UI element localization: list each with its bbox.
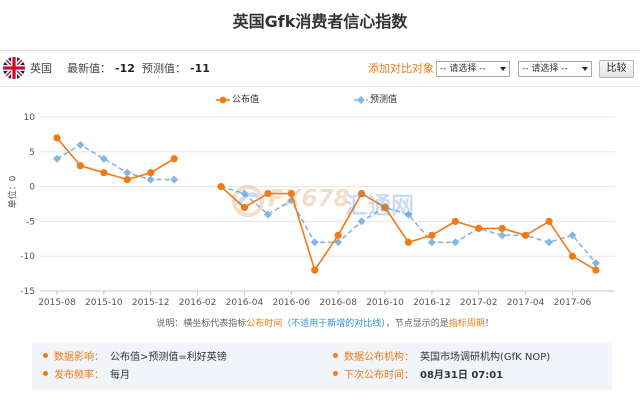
series-1-line: [56, 143, 175, 181]
bullet-dot-icon: [333, 353, 338, 358]
next-release-value: 08月31日 07:01: [420, 370, 504, 381]
compare-select-2-value: -- 请选择 --: [522, 64, 568, 74]
series-0-point[interactable]: [568, 252, 577, 260]
bullet-dot-icon: [333, 371, 338, 376]
info-agency: 数据公布机构： 英国市场调研机构(GfK NOP): [333, 351, 550, 365]
x-tick-label: 2017-06: [554, 298, 592, 308]
series-1-point[interactable]: [427, 238, 436, 247]
info-panel: 数据影响： 公布值>预测值=利好英镑 发布频率： 每月 数据公布机构： 英国市场调研机…: [32, 343, 612, 390]
frequency-value: 每月: [110, 370, 130, 381]
compare-button[interactable]: 比较: [599, 60, 634, 78]
series-0-point[interactable]: [592, 266, 600, 274]
chart-note: 说明：横坐标代表指标公布时间（不适用于新增的对比线），节点显示的是指标周期！: [0, 318, 640, 330]
info-next-release: 下次公布时间： 08月31日 07:01: [333, 369, 503, 383]
series-0-point[interactable]: [428, 231, 436, 239]
bullet-dot-icon: [43, 371, 48, 376]
bullet-dot-icon: [43, 353, 48, 358]
series-1-line: [220, 185, 597, 264]
series-1-point[interactable]: [357, 217, 366, 226]
compare-select-2[interactable]: -- 请选择 --: [518, 61, 592, 77]
compare-label: 添加对比对象：: [368, 62, 445, 75]
series-0-point[interactable]: [545, 217, 553, 225]
series-1-point[interactable]: [545, 238, 554, 247]
series-0-point[interactable]: [53, 134, 61, 142]
series-1-point[interactable]: [591, 259, 600, 268]
series-1-point[interactable]: [99, 154, 108, 163]
impact-label: 数据影响：: [54, 352, 104, 363]
series-1-point[interactable]: [170, 175, 179, 184]
series-1-point[interactable]: [53, 154, 61, 163]
note-prefix: 说明：横坐标代表指标: [156, 319, 247, 329]
chevron-down-icon: [500, 67, 506, 71]
y-tick-label: 5: [29, 148, 35, 158]
series-0-point[interactable]: [522, 231, 530, 239]
info-frequency: 发布频率： 每月: [43, 369, 130, 383]
y-tick-label: -5: [26, 217, 35, 227]
latest-value: -12: [115, 62, 135, 75]
series-1-point[interactable]: [498, 231, 507, 240]
page-title: 英国Gfk消费者信心指数: [232, 12, 408, 31]
series-0-point[interactable]: [498, 224, 506, 232]
note-middle: ，节点显示的是: [385, 319, 449, 329]
compare-select-1[interactable]: -- 请选择 --: [436, 61, 510, 77]
chevron-down-icon: [582, 67, 588, 71]
series-0-point[interactable]: [404, 238, 413, 246]
x-tick-label: 2016-04: [226, 298, 264, 308]
series-0-point[interactable]: [381, 203, 389, 212]
note-highlight-release-time: 公布时间: [246, 319, 283, 329]
compare-select-1-value: -- 请选择 --: [440, 64, 486, 74]
series-0-line: [220, 186, 597, 272]
y-tick-label: -15: [20, 287, 35, 297]
series-1-point[interactable]: [123, 168, 132, 177]
line-chart: 10 5 0 -5 -10 -152015-08 2015-10 2015-12 2016-02…: [20, 113, 615, 308]
forecast-value-label: 预测值：: [142, 62, 186, 75]
y-tick-label: -10: [20, 252, 35, 262]
series-1-point[interactable]: [310, 238, 319, 247]
x-tick-label: 2016-10: [366, 298, 404, 308]
series-0-point[interactable]: [451, 217, 459, 225]
series-0-point[interactable]: [170, 155, 178, 163]
agency-value: 英国市场调研机构(GfK NOP): [420, 352, 551, 363]
x-tick-label: 2016-06: [272, 298, 310, 308]
note-parenthetical: （不适用于新增的对比线）: [282, 319, 386, 329]
indicator-toolbar: 英国 最新值： -12 预测值： -11 添加对比对象： -- 请选择 -- -…: [0, 50, 640, 87]
impact-value: 公布值>预测值=利好英镑: [110, 352, 227, 363]
series-1-point[interactable]: [146, 175, 155, 184]
series-0-point[interactable]: [147, 169, 155, 177]
uk-flag-icon: [3, 57, 25, 79]
series-0-point[interactable]: [334, 231, 342, 239]
series-0-point[interactable]: [311, 266, 319, 274]
series-0-point[interactable]: [357, 189, 366, 198]
series-0-line: [56, 137, 175, 181]
series-0-point[interactable]: [240, 203, 249, 212]
latest-value-label: 最新值：: [67, 62, 111, 75]
info-impact: 数据影响： 公布值>预测值=利好英镑: [43, 351, 227, 365]
x-tick-label: 2016-12: [413, 298, 451, 308]
x-tick-label: 2016-02: [179, 298, 217, 308]
series-1-point[interactable]: [76, 140, 85, 149]
x-tick-label: 2015-10: [85, 298, 123, 308]
y-tick-label: 0: [29, 183, 35, 193]
series-0-point[interactable]: [123, 176, 131, 184]
agency-label: 数据公布机构：: [344, 352, 414, 363]
next-release-label: 下次公布时间：: [344, 370, 414, 381]
series-0-point[interactable]: [100, 169, 108, 177]
x-tick-label: 2015-12: [132, 298, 170, 308]
x-tick-label: 2015-08: [38, 298, 76, 308]
series-0-point[interactable]: [264, 189, 272, 198]
note-highlight-period: 指标周期: [448, 319, 485, 329]
country-name: 英国: [30, 62, 52, 75]
series-0-point[interactable]: [76, 162, 85, 170]
series-0-point[interactable]: [475, 224, 483, 232]
series-0-point[interactable]: [287, 189, 295, 198]
frequency-label: 发布频率：: [54, 370, 104, 381]
x-tick-label: 2016-08: [319, 298, 357, 308]
x-tick-label: 2017-02: [460, 298, 498, 308]
note-suffix: ！: [484, 319, 494, 329]
x-tick-label: 2017-04: [507, 298, 545, 308]
forecast-value: -11: [190, 62, 210, 75]
series-1-point[interactable]: [451, 238, 460, 247]
series-0-point[interactable]: [217, 183, 225, 191]
y-tick-label: 10: [24, 113, 36, 123]
